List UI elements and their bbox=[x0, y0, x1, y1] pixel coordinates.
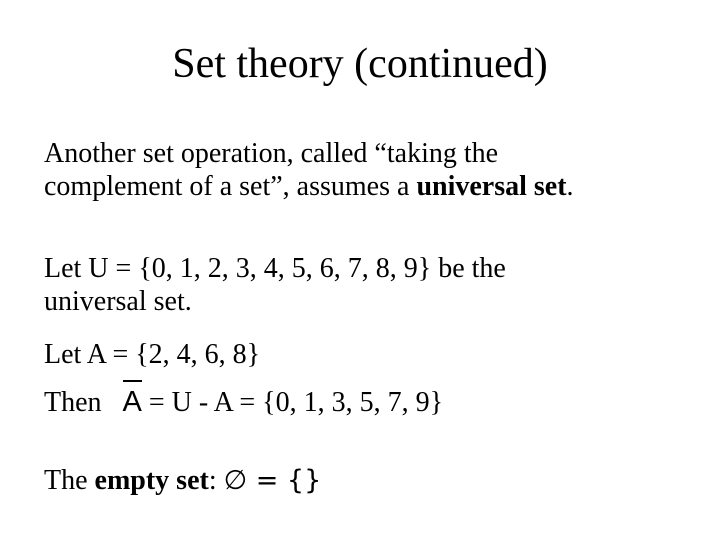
complement-prefix: Then bbox=[44, 387, 102, 418]
overline bbox=[122, 380, 142, 382]
slide-title: Set theory (continued) bbox=[172, 41, 548, 87]
complement-statement: Then A = U - A = {0, 1, 3, 5, 7, 9} bbox=[44, 380, 444, 419]
empty-set-statement: The empty set: ∅ = {} bbox=[44, 464, 321, 497]
intro-line-2-text: complement of a set”, assumes a bbox=[44, 171, 417, 202]
intro-paragraph: Another set operation, called “taking th… bbox=[44, 137, 574, 203]
empty-set-colon: : bbox=[208, 465, 224, 496]
universal-line-1: Let U = {0, 1, 2, 3, 4, 5, 6, 7, 8, 9} b… bbox=[44, 253, 506, 284]
universal-set-definition: Let U = {0, 1, 2, 3, 4, 5, 6, 7, 8, 9} b… bbox=[44, 252, 506, 318]
universal-set-term: universal set bbox=[416, 171, 567, 202]
empty-set-prefix: The bbox=[44, 465, 95, 496]
intro-period: . bbox=[566, 171, 574, 202]
a-letter: A bbox=[122, 386, 142, 418]
empty-set-term: empty set bbox=[94, 465, 209, 496]
intro-line-2: complement of a set”, assumes a universa… bbox=[44, 170, 574, 203]
a-complement-symbol: A bbox=[122, 380, 142, 419]
universal-line-2: universal set. bbox=[44, 286, 192, 317]
complement-expression: = U - A = {0, 1, 3, 5, 7, 9} bbox=[141, 387, 444, 418]
set-a-definition: Let A = {2, 4, 6, 8} bbox=[44, 339, 261, 370]
empty-set-symbol: ∅ = {} bbox=[223, 465, 322, 496]
intro-line-1: Another set operation, called “taking th… bbox=[44, 138, 499, 169]
